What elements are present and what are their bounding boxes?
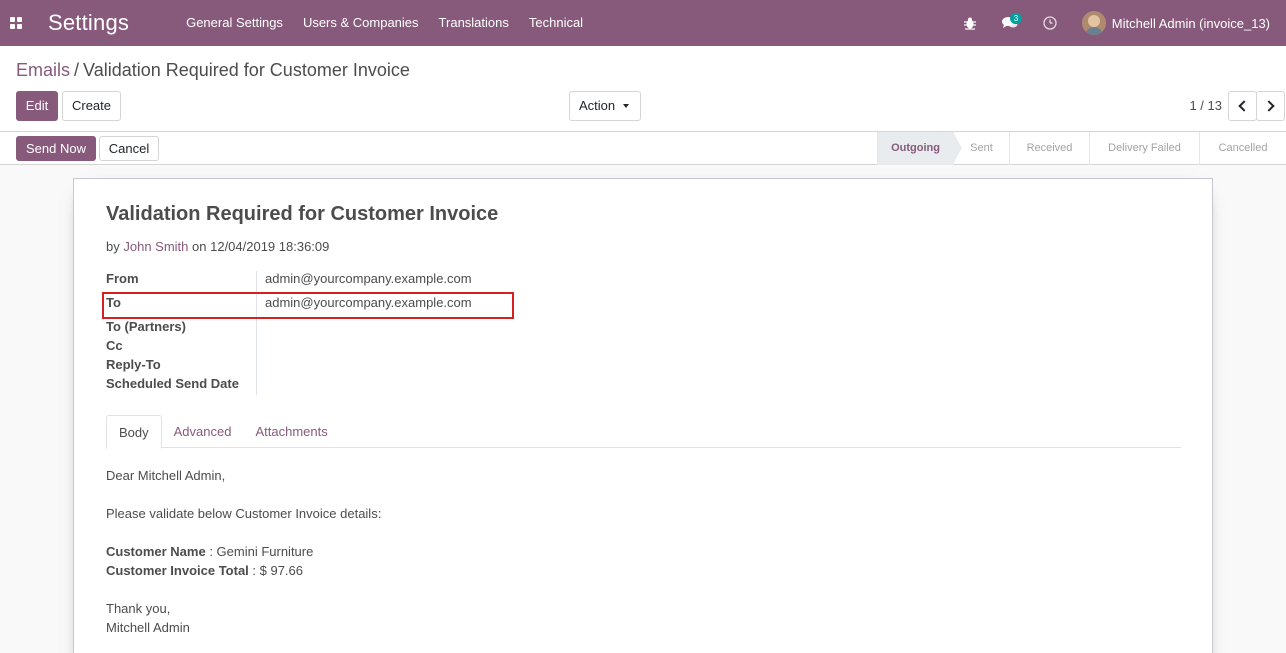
breadcrumb: Emails / Validation Required for Customer … xyxy=(16,60,410,81)
breadcrumb-separator: / xyxy=(74,60,80,80)
email-date: on 12/04/2019 18:36:09 xyxy=(192,239,330,254)
stage-outgoing[interactable]: Outgoing xyxy=(877,132,962,165)
chevron-left-icon xyxy=(1238,100,1250,112)
field-row-scheduled: Scheduled Send Date xyxy=(106,374,506,393)
body-greeting: Dear Mitchell Admin, xyxy=(106,468,226,483)
chevron-right-icon xyxy=(1263,100,1275,112)
user-menu[interactable]: Mitchell Admin (invoice_13) xyxy=(1112,16,1270,31)
body-intro: Please validate below Customer Invoice d… xyxy=(106,506,382,521)
menu-users-companies[interactable]: Users & Companies xyxy=(293,0,429,46)
statusbar: Send Now Cancel Outgoing Sent Received D… xyxy=(0,132,1286,165)
to-field-highlight xyxy=(102,292,514,319)
email-fields: From admin@yourcompany.example.com To ad… xyxy=(106,269,506,393)
scheduled-send-date-label: Scheduled Send Date xyxy=(106,376,239,391)
notebook-tabs: Body Advanced Attachments xyxy=(106,415,1181,449)
customer-name-value: : Gemini Furniture xyxy=(205,544,314,559)
field-row-from: From admin@yourcompany.example.com xyxy=(106,269,506,288)
stage-pipeline: Outgoing Sent Received Delivery Failed C… xyxy=(877,132,1286,165)
cancel-button[interactable]: Cancel xyxy=(99,136,159,161)
apps-grid-icon[interactable] xyxy=(0,0,32,46)
reply-to-label: Reply-To xyxy=(106,357,161,372)
field-row-cc: Cc xyxy=(106,336,506,355)
action-label: Action xyxy=(579,98,616,113)
chat-icon[interactable]: 3 xyxy=(990,0,1030,46)
invoice-total-line: Customer Invoice Total : $ 97.66 xyxy=(106,561,381,580)
author-link[interactable]: John Smith xyxy=(123,239,188,254)
stage-received[interactable]: Received xyxy=(1009,132,1089,165)
app-title: Settings xyxy=(48,10,130,35)
byline-prefix: by xyxy=(106,239,120,254)
from-label: From xyxy=(106,271,139,286)
breadcrumb-emails-link[interactable]: Emails xyxy=(16,60,70,80)
menu-technical[interactable]: Technical xyxy=(519,0,593,46)
messages-count-badge: 3 xyxy=(1009,13,1023,24)
email-subject: Validation Required for Customer Invoice xyxy=(106,203,499,225)
control-panel: Emails / Validation Required for Customer … xyxy=(0,46,1286,132)
user-avatar[interactable] xyxy=(1081,11,1106,35)
customer-name-line: Customer Name : Gemini Furniture xyxy=(106,542,381,561)
body-closing: Thank you, xyxy=(106,601,171,616)
action-dropdown[interactable]: Action xyxy=(569,91,641,121)
field-row-reply-to: Reply-To xyxy=(106,355,506,374)
pager-value[interactable]: 1 / 13 xyxy=(1189,98,1222,113)
from-value: admin@yourcompany.example.com xyxy=(265,271,472,286)
email-body: Dear Mitchell Admin, Please validate bel… xyxy=(106,466,381,637)
body-signature: Mitchell Admin xyxy=(106,620,190,635)
field-row-to-partners: To (Partners) xyxy=(106,317,506,336)
top-navbar: Settings General Settings Users & Compan… xyxy=(0,0,1286,46)
tab-body[interactable]: Body xyxy=(106,415,162,449)
to-partners-label: To (Partners) xyxy=(106,319,186,334)
invoice-total-label: Customer Invoice Total xyxy=(106,563,249,578)
pager-next-button[interactable] xyxy=(1256,91,1285,121)
stage-cancelled[interactable]: Cancelled xyxy=(1199,132,1286,165)
menu-translations[interactable]: Translations xyxy=(429,0,519,46)
email-byline: by John Smith on 12/04/2019 18:36:09 xyxy=(106,239,329,254)
tab-advanced[interactable]: Advanced xyxy=(162,415,244,448)
clock-icon[interactable] xyxy=(1030,0,1070,46)
menu-general-settings[interactable]: General Settings xyxy=(176,0,293,46)
customer-name-label: Customer Name xyxy=(106,544,206,559)
caret-down-icon xyxy=(623,104,629,108)
pager-previous-button[interactable] xyxy=(1228,91,1257,121)
create-button[interactable]: Create xyxy=(62,91,121,121)
edit-button[interactable]: Edit xyxy=(16,91,58,121)
stage-delivery-failed[interactable]: Delivery Failed xyxy=(1089,132,1199,165)
cc-label: Cc xyxy=(106,338,123,353)
tab-attachments[interactable]: Attachments xyxy=(243,415,339,448)
invoice-total-value: : $ 97.66 xyxy=(248,563,304,578)
send-now-button[interactable]: Send Now xyxy=(16,136,96,161)
bug-icon[interactable] xyxy=(950,0,990,46)
breadcrumb-current: Validation Required for Customer Invoice xyxy=(83,60,410,80)
form-sheet: Validation Required for Customer Invoice… xyxy=(73,178,1213,653)
